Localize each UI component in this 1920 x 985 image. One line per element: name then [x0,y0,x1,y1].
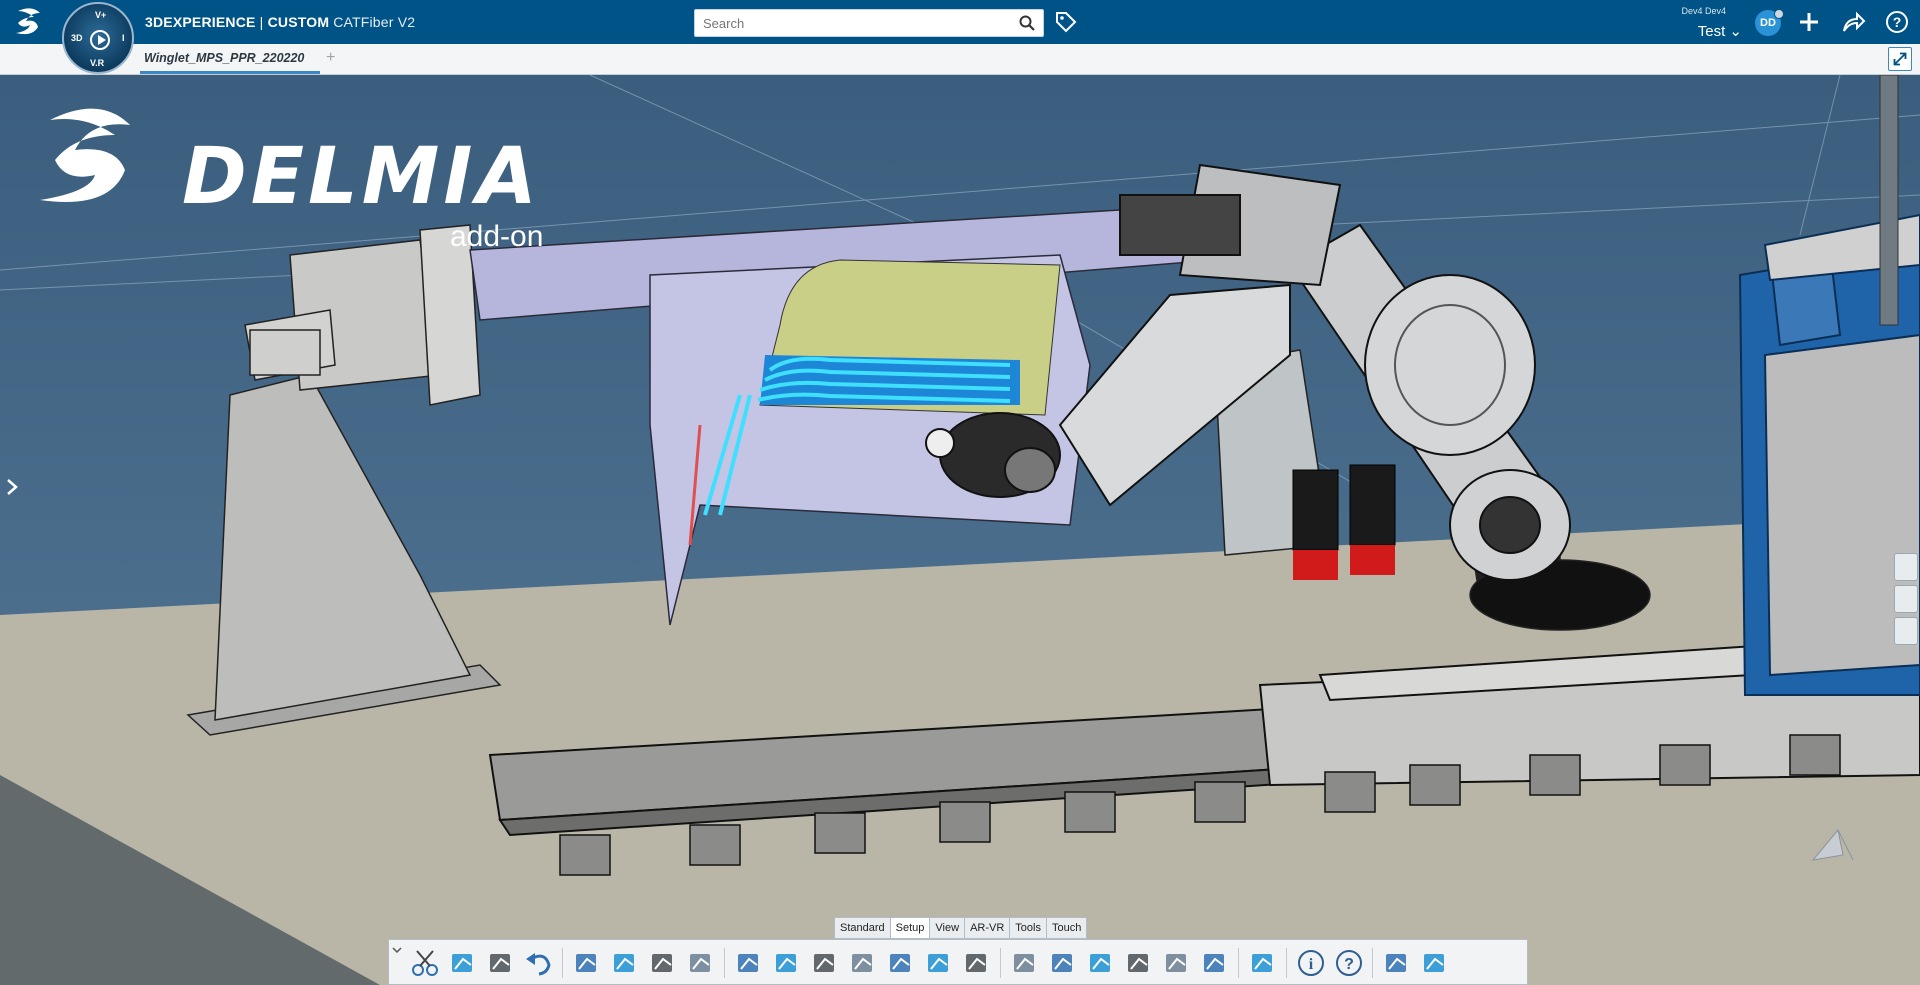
tool-path-icon[interactable] [847,947,879,979]
ply-angle-icon[interactable] [1085,947,1117,979]
status-dot-icon [1774,9,1784,19]
search-box[interactable] [694,9,1044,37]
svg-text:?: ? [1344,956,1354,973]
cure-icon[interactable] [1161,947,1193,979]
user-menu[interactable]: Dev4 Dev4 Test ⌄ [1650,4,1750,42]
operations-icon[interactable] [809,947,841,979]
export-icon[interactable] [1009,947,1041,979]
section-tab-tools[interactable]: Tools [1009,917,1047,939]
collapse-icon[interactable] [391,942,403,982]
measure-icon[interactable] [1047,947,1079,979]
camera-icon[interactable] [1894,585,1918,613]
fiber-placement-icon[interactable] [885,947,917,979]
play-icon[interactable] [90,30,110,50]
compass-icon[interactable]: V+ 3D I V.R [62,2,134,74]
new-tab-button[interactable]: + [326,49,335,67]
ds-logo-icon[interactable] [12,7,48,37]
flag-icon[interactable] [1894,553,1918,581]
user-name: Dev4 Dev4 [1681,6,1726,16]
3d-viewport[interactable]: DELMIA add-on [0,75,1920,985]
swap-icon[interactable] [1381,947,1413,979]
trajectory-icon[interactable] [609,947,641,979]
share-icon[interactable] [1840,9,1866,35]
toolbar-separator [1286,948,1287,978]
delmia-wordmark: DELMIA [182,132,541,222]
delmia-logo: DELMIA add-on [30,90,590,253]
side-toolbar [1894,553,1920,649]
toolbar-separator [724,948,725,978]
axis-triad-icon[interactable] [1808,815,1858,865]
section-tab-ar-vr[interactable]: AR-VR [964,917,1011,939]
delmia-addon-label: add-on [450,220,544,253]
heat-map-icon[interactable] [1199,947,1231,979]
copy-icon[interactable] [447,947,479,979]
tab-bar: Winglet_MPS_PPR_220220 + [0,44,1920,75]
add-icon[interactable] [1796,9,1822,35]
toolbar-separator [1372,948,1373,978]
ds-swirl-icon [40,108,130,202]
brand-custom: CUSTOM [267,14,330,30]
tab-winglet[interactable]: Winglet_MPS_PPR_220220 [140,44,320,74]
search-icon[interactable] [1019,15,1035,31]
section-tab-touch[interactable]: Touch [1045,917,1088,939]
check-reach-icon[interactable] [647,947,679,979]
sequence-icon[interactable] [771,947,803,979]
compass-right-label: I [122,33,125,43]
svg-text:i: i [1309,956,1314,973]
toolbar-separator [562,948,563,978]
cad-fiber-icon[interactable] [961,947,993,979]
top-bar: V+ 3D I V.R 3DEXPERIENCE | CUSTOM CATFibe… [0,0,1920,74]
help-icon[interactable]: ? [1884,9,1910,35]
info-icon[interactable]: i [1295,947,1327,979]
collab-space-label: Test [1697,23,1726,40]
layup-grid-icon[interactable] [685,947,717,979]
section-tab-view[interactable]: View [929,917,966,939]
cable-mast [1879,75,1899,326]
section-tab-standard[interactable]: Standard [834,917,891,939]
laminate-icon[interactable] [1123,947,1155,979]
toolbar-separator [1238,948,1239,978]
brand-main: 3DEXPERIENCE [145,14,256,30]
panels-icon[interactable] [1247,947,1279,979]
device-icon[interactable] [1419,947,1451,979]
undo-icon[interactable] [523,947,555,979]
search-input[interactable] [695,10,995,36]
collab-space-selector[interactable]: Test ⌄ [1698,22,1742,40]
svg-text:?: ? [1893,14,1902,30]
section-tabs: Standard Setup View AR-VR Tools Touch [834,917,1088,939]
app-brand: 3DEXPERIENCE | CUSTOM CATFiber V2 [145,14,415,30]
tag-icon[interactable] [1054,10,1078,34]
toolbar-separator [1000,948,1001,978]
paste-icon[interactable] [485,947,517,979]
compass-left-label: 3D [71,33,83,43]
compass-bottom-label: V.R [90,58,105,68]
brand-separator: | [255,14,268,30]
compass-top-label: V+ [95,10,107,20]
brand-app-name: CATFiber V2 [333,14,416,30]
program-icon[interactable] [733,947,765,979]
help-icon[interactable]: ? [1333,947,1365,979]
chevron-right-icon[interactable] [5,477,19,497]
cut-icon[interactable] [409,947,441,979]
view-icon[interactable] [1894,617,1918,645]
tab-label: Winglet_MPS_PPR_220220 [144,51,305,65]
action-bar: i? [388,939,1528,985]
robot-teach-icon[interactable] [571,947,603,979]
course-icon[interactable] [923,947,955,979]
section-tab-setup[interactable]: Setup [889,917,931,939]
positioner-left [186,224,502,736]
fullscreen-icon[interactable] [1888,47,1912,71]
